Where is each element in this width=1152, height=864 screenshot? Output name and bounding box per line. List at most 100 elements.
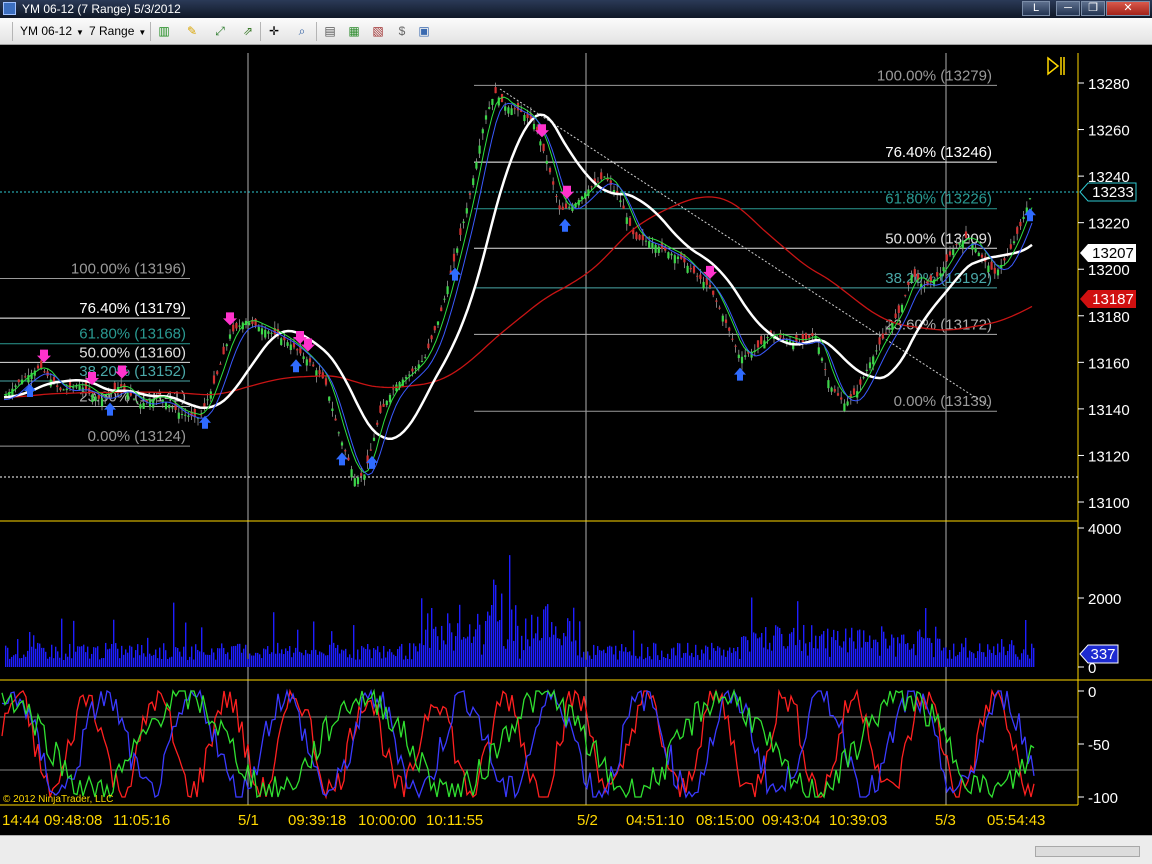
volume-bar: [593, 644, 595, 667]
volume-bar: [577, 655, 579, 667]
strategies-icon[interactable]: ▦: [346, 23, 362, 39]
candle-body: [286, 342, 289, 346]
volume-bar: [77, 646, 79, 667]
volume-bar: [479, 624, 481, 667]
window-title: YM 06-12 (7 Range) 5/3/2012: [22, 2, 181, 16]
candle-body: [731, 338, 734, 340]
interval-selector[interactable]: 7 Range ▼: [89, 23, 146, 40]
candle-body: [548, 167, 552, 173]
volume-bar: [931, 642, 933, 667]
drawing-tools-icon[interactable]: ⤢: [212, 23, 228, 39]
candle-body: [446, 286, 449, 295]
volume-bar: [987, 644, 989, 667]
volume-bar: [741, 636, 743, 667]
volume-bar: [339, 653, 341, 667]
candle-body: [756, 340, 760, 348]
volume-bar: [445, 644, 447, 667]
volume-bar: [59, 657, 61, 667]
volume-bar: [501, 593, 503, 667]
volume-bar: [685, 652, 687, 667]
draw-pencil-icon[interactable]: ✎: [184, 23, 200, 39]
volume-bar: [1015, 654, 1017, 667]
chart-area[interactable]: 100.00% (13196) 76.40% (13179) 61.80% (131…: [0, 45, 1152, 835]
fib-level-label: 0.00% (13124): [88, 428, 186, 445]
volume-bar: [263, 648, 265, 667]
volume-bar: [797, 601, 799, 667]
candle-body: [657, 246, 660, 253]
properties-icon[interactable]: ▤: [322, 23, 338, 39]
volume-bar: [575, 640, 577, 667]
volume-bar: [637, 658, 639, 667]
fib-level-label: 100.00% (13196): [71, 261, 186, 278]
volume-bar: [867, 641, 869, 667]
volume-bar: [981, 652, 983, 667]
volume-bar: [239, 643, 241, 667]
volume-bar: [283, 654, 285, 667]
volume-bar: [153, 654, 155, 667]
volume-bar: [557, 638, 559, 667]
candle-body: [14, 385, 17, 387]
volume-bar: [985, 656, 987, 667]
volume-bar: [753, 632, 755, 667]
volume-bar: [887, 648, 889, 667]
volume-bar: [221, 643, 223, 667]
volume-bar: [799, 639, 801, 667]
stoch-tick-0: 0: [1088, 684, 1096, 701]
minimize-button[interactable]: ─: [1056, 1, 1080, 16]
volume-bar: [527, 639, 529, 667]
volume-bar: [947, 658, 949, 667]
volume-bar: [803, 624, 805, 667]
volume-bar: [1029, 658, 1031, 667]
candle-body: [78, 385, 81, 390]
volume-bar: [599, 650, 601, 667]
instrument-selector[interactable]: YM 06-12 ▼: [20, 23, 84, 40]
volume-bar: [163, 643, 165, 667]
crosshair-icon[interactable]: ✛: [266, 23, 282, 39]
volume-bar: [951, 658, 953, 667]
candle-body: [206, 399, 209, 401]
volume-bar: [411, 659, 413, 667]
restore-button[interactable]: ❐: [1081, 1, 1105, 16]
signal-icon[interactable]: ⇗: [240, 23, 256, 39]
volume-bar: [427, 613, 429, 667]
window-options-icon[interactable]: ▣: [416, 23, 432, 39]
volume-bar: [893, 637, 895, 667]
bar-type-icon[interactable]: ▥: [156, 23, 172, 39]
volume-bar: [215, 659, 217, 667]
toolbar-separator: [316, 22, 317, 41]
candle-body: [510, 108, 513, 115]
volume-bar: [961, 643, 963, 667]
volume-bar: [343, 650, 345, 667]
volume-bar: [825, 648, 827, 667]
volume-bar: [613, 654, 615, 667]
close-button[interactable]: ✕: [1106, 1, 1150, 16]
candle-body: [1022, 216, 1025, 220]
volume-bar: [535, 633, 537, 667]
zoom-icon[interactable]: ⌕: [294, 23, 310, 39]
candle-body: [833, 389, 836, 392]
candle-body: [715, 300, 718, 302]
candle-body: [728, 327, 731, 331]
volume-bar: [23, 654, 25, 667]
data-box-icon[interactable]: $: [394, 23, 410, 39]
horizontal-scrollbar[interactable]: [1035, 846, 1140, 857]
volume-bar: [617, 659, 619, 667]
volume-bar: [193, 659, 195, 667]
volume-bar: [687, 642, 689, 667]
volume-bar: [701, 649, 703, 667]
volume-bar: [87, 646, 89, 667]
volume-bar: [149, 653, 151, 667]
volume-bar: [391, 652, 393, 667]
volume-bar: [71, 658, 73, 667]
volume-bar: [397, 649, 399, 667]
volume-bar: [229, 659, 231, 667]
candle-body: [280, 338, 283, 345]
candle-body: [987, 265, 990, 273]
link-button[interactable]: L: [1022, 1, 1050, 16]
chart-trader-icon[interactable]: ▧: [370, 23, 386, 39]
volume-bar: [173, 602, 175, 667]
candle-body: [1016, 227, 1019, 234]
volume-bar: [917, 631, 919, 667]
volume-bar: [583, 651, 585, 667]
candle-body: [638, 234, 641, 240]
